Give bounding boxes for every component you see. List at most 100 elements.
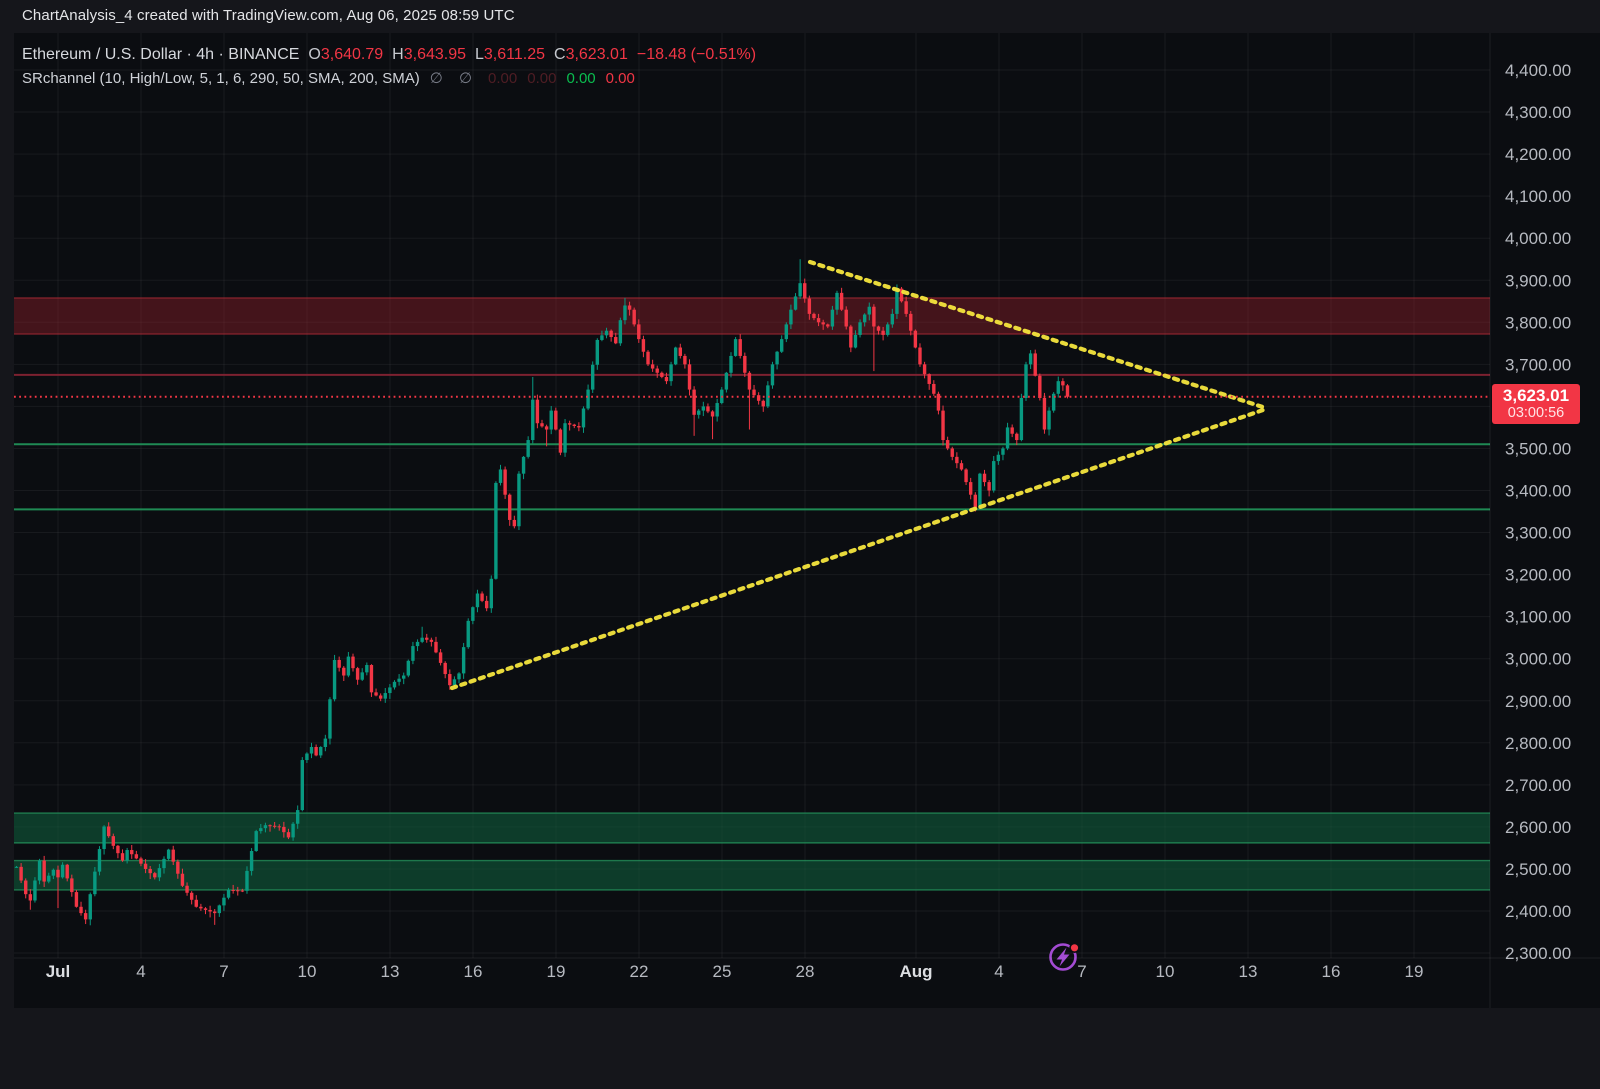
candle — [143, 863, 148, 869]
candle — [895, 288, 899, 314]
candle — [876, 326, 881, 331]
candle — [305, 753, 309, 761]
price-axis-label: 4,300.00 — [1505, 103, 1571, 122]
time-axis-label: 13 — [1239, 962, 1258, 981]
candle — [770, 364, 775, 386]
candle — [28, 894, 33, 901]
candle — [342, 667, 346, 676]
candle — [189, 892, 194, 900]
candle — [747, 372, 752, 390]
candle — [323, 738, 328, 748]
candle — [627, 305, 632, 310]
price-axis-label: 3,000.00 — [1505, 650, 1571, 669]
candle — [826, 324, 830, 327]
candle — [130, 850, 134, 855]
candle — [650, 364, 655, 369]
time-axis-label: 19 — [1405, 962, 1424, 981]
last-price-value: 3,623.01 — [1502, 385, 1570, 405]
candle — [254, 831, 258, 852]
candle — [886, 324, 890, 335]
candle — [33, 880, 37, 901]
candle — [733, 339, 738, 356]
candle — [60, 864, 65, 878]
candle — [420, 637, 424, 642]
candle — [300, 760, 304, 811]
ohlc-high-value: 3,643.95 — [403, 46, 466, 63]
candle — [231, 889, 235, 891]
candle — [37, 860, 42, 881]
price-axis[interactable]: 4,400.00 4,300.00 4,200.00 4,100.00 4,000.00… — [1505, 61, 1571, 963]
candle — [199, 906, 203, 909]
candle — [360, 672, 364, 680]
candle — [1056, 381, 1060, 394]
candle — [812, 313, 816, 319]
candle — [862, 314, 867, 323]
tradingview-chart-widget: 4,400.00 4,300.00 4,200.00 4,100.00 4,000.00… — [0, 0, 1600, 1089]
time-axis-label: 16 — [464, 962, 483, 981]
chart-canvas[interactable]: 4,400.00 4,300.00 4,200.00 4,100.00 4,000.00… — [0, 0, 1600, 1089]
bottom-strip: TradingView — [0, 1008, 1600, 1089]
candle — [798, 283, 802, 297]
candle — [378, 695, 383, 699]
stream-event-icon[interactable] — [1049, 942, 1080, 971]
candle — [97, 849, 102, 872]
candle — [185, 885, 189, 893]
candle — [697, 410, 701, 415]
candle — [471, 607, 475, 621]
indicator-value-3: 0.00 — [566, 70, 596, 87]
candle — [544, 426, 549, 430]
candle — [489, 578, 493, 609]
symbol-title[interactable]: Ethereum / U.S. Dollar · 4h · BINANCE — [22, 46, 299, 63]
symbol-legend-row[interactable]: Ethereum / U.S. Dollar · 4h · BINANCE O 3,… — [22, 46, 756, 64]
candle — [996, 454, 1001, 462]
candle — [508, 494, 512, 520]
candle — [1047, 410, 1051, 430]
candle — [941, 410, 945, 441]
candle — [425, 637, 429, 640]
candle — [526, 440, 530, 457]
candle — [913, 330, 918, 348]
candle — [1061, 381, 1065, 386]
candle — [162, 858, 166, 869]
time-axis-label: 4 — [994, 962, 1003, 981]
time-axis-label: 10 — [298, 962, 317, 981]
candle — [503, 469, 507, 495]
candle — [549, 410, 553, 430]
candle — [821, 322, 825, 325]
candle — [1033, 353, 1037, 376]
indicator-name[interactable]: SRchannel (10, High/Low, 5, 1, 6, 290, 5… — [22, 70, 420, 87]
ohlc-open-label: O — [308, 46, 321, 63]
candle — [867, 306, 871, 315]
candle — [153, 873, 157, 878]
price-axis-label: 3,100.00 — [1505, 608, 1571, 627]
candle — [346, 656, 351, 676]
candle — [641, 339, 646, 352]
candle — [715, 403, 719, 417]
triangle-upper[interactable] — [807, 259, 1269, 411]
candle — [844, 309, 848, 327]
time-axis-label: 10 — [1156, 962, 1175, 981]
time-axis[interactable]: Jul 4 7 10 13 16 19 22 25 28 Aug 4 7 10 13 16 19 — [46, 962, 1424, 981]
triangle-lower[interactable] — [449, 406, 1269, 691]
candle — [595, 339, 600, 365]
candle — [102, 826, 106, 850]
candle — [1001, 448, 1005, 455]
time-axis-label: 4 — [136, 962, 145, 981]
candle — [600, 335, 604, 340]
price-axis-label: 2,400.00 — [1505, 902, 1571, 921]
price-axis-label: 2,600.00 — [1505, 818, 1571, 837]
price-axis-label: 3,200.00 — [1505, 566, 1571, 585]
candle — [816, 318, 821, 323]
candle — [540, 423, 544, 427]
candle — [706, 406, 710, 412]
candle — [968, 482, 973, 495]
candle — [978, 473, 982, 508]
candle — [448, 674, 452, 686]
candle — [116, 845, 120, 854]
candle — [563, 423, 567, 453]
price-axis-label: 3,400.00 — [1505, 482, 1571, 501]
candle — [125, 850, 129, 861]
candle — [779, 339, 784, 352]
indicator-hidden-icons[interactable]: ∅ ∅ — [430, 70, 478, 87]
indicator-legend-row[interactable]: SRchannel (10, High/Low, 5, 1, 6, 290, 5… — [22, 69, 635, 87]
